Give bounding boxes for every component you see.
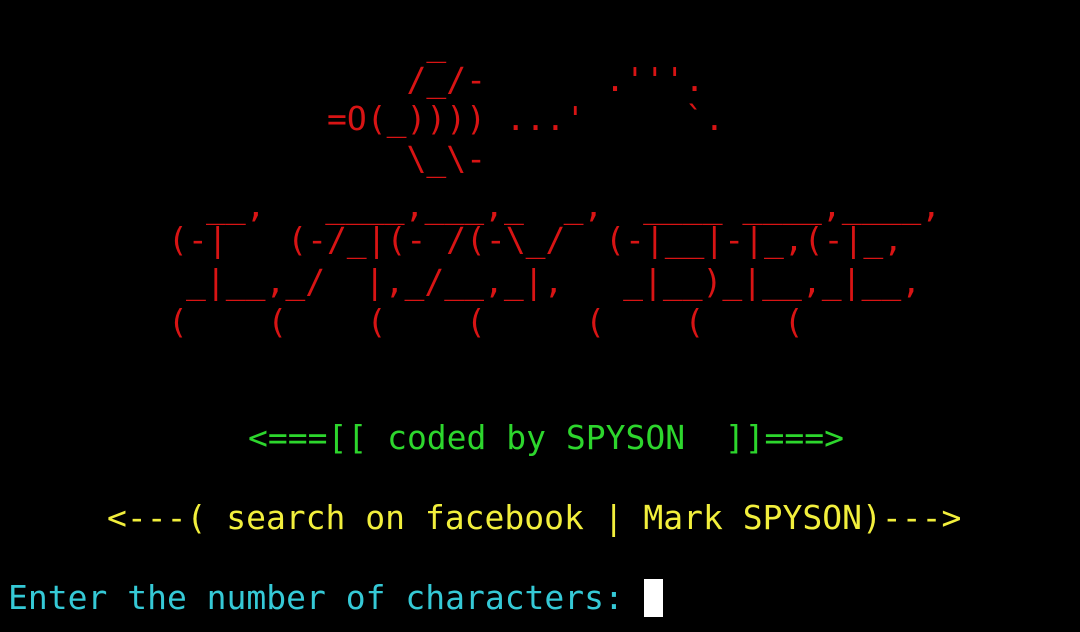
input-prompt[interactable]: Enter the number of characters: [8, 578, 663, 618]
credit-line: <===[[ coded by SPYSON ]]===> [248, 418, 845, 457]
banner-line-4: \_\- [327, 139, 486, 178]
banner-line-8: ( ( ( ( ( ( ( [168, 302, 804, 341]
banner-line-2: /_/- .'''. [327, 60, 705, 99]
terminal-window: _ /_/- .'''. =O(_)))) ...' `. \_\- __, _… [0, 0, 1080, 632]
banner-line-1: _ [327, 24, 447, 63]
prompt-label: Enter the number of characters: [8, 578, 644, 617]
banner-line-6: (-| (-/_|(- /(-\_/ (-|__|-|_,(-|_, [168, 220, 904, 259]
facebook-line: <---( search on facebook | Mark SPYSON)-… [107, 498, 962, 537]
block-cursor-icon [643, 579, 663, 617]
banner-line-3: =O(_)))) ...' `. [327, 99, 725, 138]
banner-line-7: _|__,_/ |,_/__,_|, _|__)_|__,_|__, [186, 262, 922, 301]
